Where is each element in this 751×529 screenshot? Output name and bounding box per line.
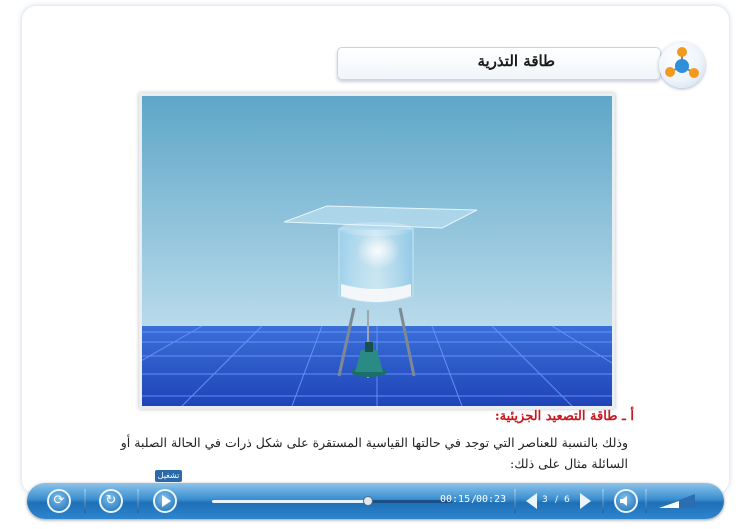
experiment-scene (139, 93, 615, 409)
divider (514, 489, 516, 513)
next-page-icon[interactable] (580, 493, 591, 509)
volume-button[interactable] (614, 489, 638, 513)
divider (84, 489, 86, 513)
page-separator: / (555, 495, 559, 505)
page-navigator: 3 / 6 (524, 489, 594, 513)
divider (137, 489, 139, 513)
sublimation-apparatus-illustration (142, 96, 612, 406)
divider (602, 489, 604, 513)
progress-fill (212, 500, 368, 503)
total-pages: 6 (564, 495, 570, 505)
current-page: 3 (542, 495, 548, 505)
progress-track[interactable] (212, 500, 452, 503)
body-paragraph: وذلك بالنسبة للعناصر التي توجد في حالتها… (120, 435, 628, 471)
volume-level-icon[interactable] (657, 492, 697, 510)
play-button[interactable] (153, 489, 177, 513)
title-bar: طاقة التذرية (337, 47, 661, 80)
total-time: 00:23 (476, 494, 507, 505)
previous-page-icon[interactable] (526, 493, 537, 509)
play-icon (162, 495, 171, 507)
section-subheading: أ ـ طاقة التصعيد الجزيئية: (494, 409, 634, 424)
volume-icon (620, 496, 627, 506)
media-player-bar: ⟳ ↻ 00:15 / 00:23 3 / 6 (27, 483, 724, 519)
progress-handle[interactable] (363, 496, 373, 506)
current-time: 00:15 (440, 494, 471, 505)
molecule-icon (659, 42, 705, 88)
divider (645, 489, 647, 513)
refresh-icon[interactable]: ⟳ (47, 489, 71, 513)
play-tooltip: تشغيل (155, 470, 182, 482)
page-title: طاقة التذرية (477, 52, 555, 70)
replay-icon[interactable]: ↻ (99, 489, 123, 513)
